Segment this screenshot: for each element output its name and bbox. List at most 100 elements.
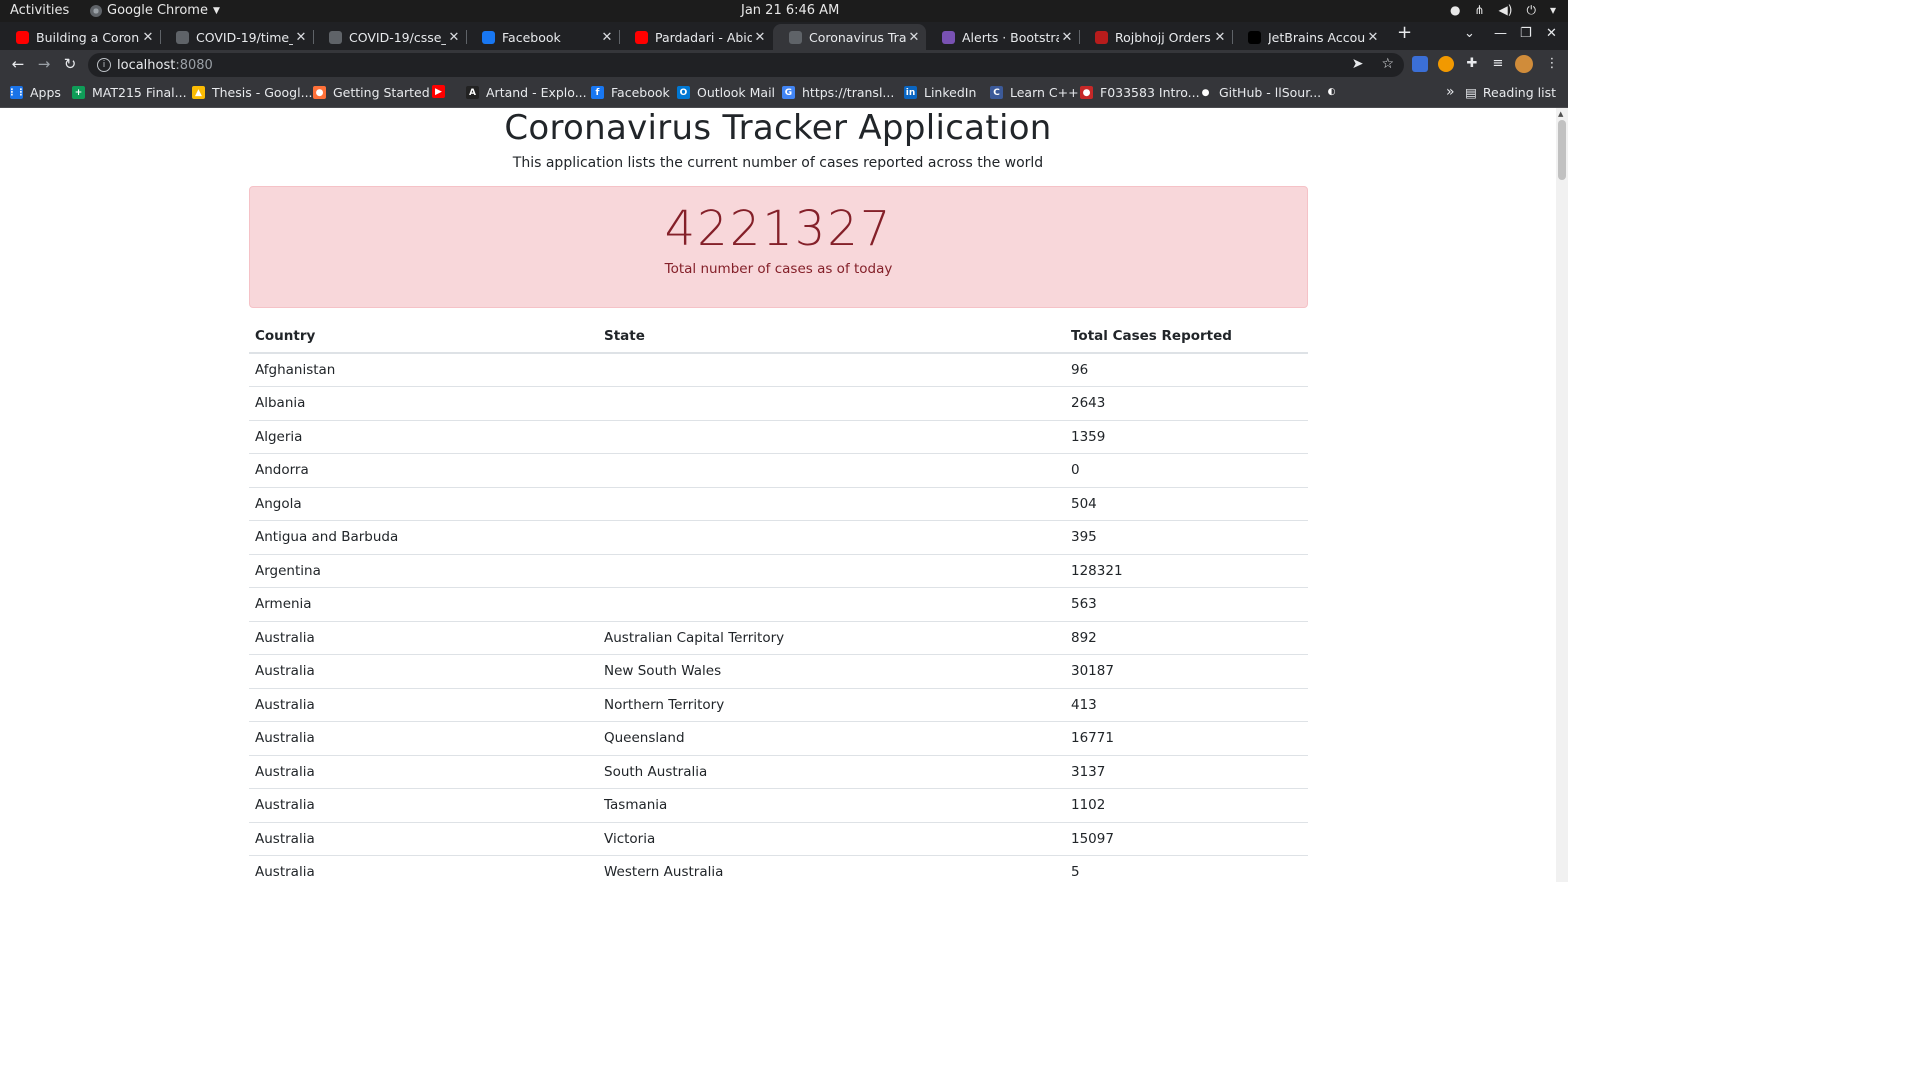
- browser-tab[interactable]: Facebook ✕: [466, 24, 619, 50]
- address-bar[interactable]: i localhost:8080 ➤ ☆: [88, 53, 1404, 77]
- network-icon[interactable]: ⋔: [1474, 3, 1484, 18]
- restore-icon[interactable]: ❐: [1520, 26, 1532, 41]
- bookmark-item[interactable]: + MAT215 Final...: [72, 85, 187, 100]
- system-tray[interactable]: ● ⋔ ◀) ⏻ ▾: [1450, 3, 1556, 18]
- site-info-icon[interactable]: i: [97, 58, 111, 72]
- extension-cookie-icon[interactable]: [1438, 56, 1454, 72]
- bookmark-item[interactable]: Ghttps://transl...: [782, 85, 894, 100]
- profile-avatar[interactable]: [1515, 55, 1533, 73]
- close-window-icon[interactable]: ✕: [1546, 26, 1557, 41]
- total-cases-cell: 413: [1065, 688, 1308, 722]
- activities-button[interactable]: Activities: [10, 3, 69, 18]
- browser-tab[interactable]: Rojbhojj Orders | F✕: [1079, 24, 1232, 50]
- browser-tab[interactable]: Building a Corona ✕: [0, 24, 160, 50]
- state-cell: South Australia: [598, 755, 1065, 789]
- bookmark-item[interactable]: ● F033583 Intro...: [1080, 85, 1200, 100]
- tab-close-icon[interactable]: ✕: [1059, 30, 1075, 45]
- tab-title: Rojbhojj Orders | F: [1115, 29, 1212, 45]
- rojbhojj-icon: [1095, 30, 1108, 44]
- tab-title: COVID-19/time_se: [196, 29, 293, 45]
- media-queue-icon[interactable]: ≡: [1488, 56, 1508, 71]
- bookmark-label: F033583 Intro...: [1100, 85, 1200, 100]
- tab-search-chevron-icon[interactable]: ⌄: [1464, 26, 1475, 41]
- youtube-icon: ▶: [432, 85, 445, 98]
- menu-kebab-icon[interactable]: ⋮: [1542, 56, 1562, 71]
- total-cases-cell: 0: [1065, 453, 1308, 488]
- total-cases-number: 4221327: [664, 201, 893, 257]
- extension-icon[interactable]: [1412, 56, 1428, 72]
- bookmark-item[interactable]: ● GitHub - llSour...: [1199, 85, 1322, 100]
- tab-title: Building a Corona: [36, 29, 140, 45]
- tab-close-icon[interactable]: ✕: [446, 30, 462, 45]
- tab-close-icon[interactable]: ✕: [140, 30, 156, 45]
- tab-close-icon[interactable]: ✕: [1212, 30, 1228, 45]
- reload-icon[interactable]: ↻: [60, 55, 80, 73]
- bookmark-item[interactable]: ◐: [1325, 85, 1345, 98]
- table-row: Andorra 0: [249, 453, 1308, 488]
- app-menu[interactable]: Google Chrome ▼: [90, 3, 220, 18]
- country-cell: Andorra: [249, 453, 598, 488]
- minimize-icon[interactable]: —: [1494, 26, 1507, 41]
- browser-tab[interactable]: Alerts · Bootstrap✕: [926, 24, 1079, 50]
- bookmark-item[interactable]: in LinkedIn: [904, 85, 976, 100]
- page-lead: This application lists the current numbe…: [512, 155, 1044, 171]
- chevron-down-icon[interactable]: ▾: [1550, 3, 1556, 18]
- browser-tab[interactable]: Pardadari - Abida ✕: [619, 24, 772, 50]
- cases-table: Country State Total Cases Reported Afgha…: [249, 320, 1308, 882]
- state-cell: [598, 353, 1065, 387]
- reading-list-label: Reading list: [1482, 85, 1556, 100]
- total-cases-cell: 2643: [1065, 386, 1308, 421]
- table-row: Australia Western Australia 5: [249, 855, 1308, 882]
- tab-title: JetBrains Accoun: [1268, 29, 1365, 45]
- more-bookmarks-icon[interactable]: »: [1446, 84, 1455, 100]
- bookmark-item[interactable]: C Learn C++: [990, 85, 1079, 100]
- bookmark-item[interactable]: ⋮⋮ Apps: [8, 85, 61, 100]
- bookmark-item[interactable]: ▲ Thesis - Googl...: [192, 85, 313, 100]
- tab-close-icon[interactable]: ✕: [293, 30, 309, 45]
- scroll-up-arrow-icon[interactable]: ▲: [1558, 110, 1563, 118]
- puzzle-icon[interactable]: ✚: [1462, 56, 1482, 71]
- course-icon: ●: [1080, 86, 1093, 99]
- total-cases-cell: 892: [1065, 621, 1308, 655]
- bookmark-item[interactable]: A Artand - Explo...: [466, 85, 587, 100]
- country-cell: Argentina: [249, 554, 598, 588]
- table-row: Australia Victoria 15097: [249, 822, 1308, 856]
- page-content: Coronavirus Tracker Application This app…: [0, 108, 1556, 882]
- browser-tab[interactable]: Coronavirus Track✕: [773, 24, 926, 50]
- new-tab-plus-icon[interactable]: +: [1397, 22, 1412, 43]
- power-icon[interactable]: ⏻: [1526, 3, 1536, 18]
- scrollbar-thumb[interactable]: [1558, 120, 1566, 180]
- browser-tab[interactable]: COVID-19/csse_co✕: [313, 24, 466, 50]
- country-cell: Algeria: [249, 420, 598, 454]
- url-text[interactable]: localhost:8080: [117, 58, 213, 73]
- globe-icon: ◐: [1327, 86, 1336, 97]
- tab-separator: [466, 30, 467, 44]
- tab-title: COVID-19/csse_co: [349, 29, 446, 45]
- bookmark-item[interactable]: ▶: [432, 85, 452, 98]
- discord-icon[interactable]: ●: [1450, 3, 1460, 18]
- clock[interactable]: Jan 21 6:46 AM: [741, 3, 839, 18]
- bookmark-label: GitHub - llSour...: [1219, 85, 1322, 100]
- send-icon[interactable]: ➤: [1352, 56, 1364, 72]
- back-arrow-icon[interactable]: ←: [8, 55, 28, 73]
- forward-arrow-icon[interactable]: →: [34, 55, 54, 73]
- page-scrollbar[interactable]: ▲: [1556, 108, 1568, 882]
- bookmark-item[interactable]: ● Getting Started: [313, 85, 430, 100]
- volume-icon[interactable]: ◀): [1499, 3, 1513, 18]
- system-top-bar: Activities Google Chrome ▼ Jan 21 6:46 A…: [0, 0, 1568, 22]
- reading-list-icon: ▤: [1465, 85, 1477, 100]
- state-cell: Tasmania: [598, 788, 1065, 823]
- browser-tab[interactable]: COVID-19/time_se✕: [160, 24, 313, 50]
- reading-list-button[interactable]: ▤ Reading list: [1465, 85, 1556, 100]
- bookmark-item[interactable]: O Outlook Mail: [677, 85, 775, 100]
- bookmark-item[interactable]: f Facebook: [591, 85, 670, 100]
- browser-tab[interactable]: JetBrains Accoun ✕: [1232, 24, 1385, 50]
- tab-close-icon[interactable]: ✕: [906, 30, 922, 45]
- facebook-icon: f: [591, 86, 604, 99]
- tab-close-icon[interactable]: ✕: [1365, 30, 1381, 45]
- country-cell: Australia: [249, 654, 598, 689]
- tab-close-icon[interactable]: ✕: [599, 30, 615, 45]
- tab-close-icon[interactable]: ✕: [752, 30, 768, 45]
- bookmark-star-icon[interactable]: ☆: [1381, 56, 1394, 72]
- state-cell: [598, 520, 1065, 555]
